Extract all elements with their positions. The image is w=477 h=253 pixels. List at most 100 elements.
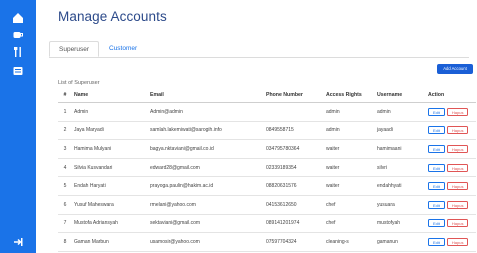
coffee-icon[interactable] (11, 28, 25, 42)
column-header-username: Username (375, 88, 426, 103)
cell-access: chef (324, 214, 375, 234)
dashboard-icon[interactable] (11, 11, 25, 25)
add-account-button[interactable]: Add Account (437, 64, 473, 74)
cell-email: sektaviani@gmail.com (148, 214, 264, 234)
column-header-no: # (58, 88, 72, 103)
tab-customer[interactable]: Customer (103, 41, 143, 57)
cell-action: Edit Hapus (426, 139, 476, 159)
cell-name: Jaya Maryadi (72, 121, 148, 141)
delete-button[interactable]: Hapus (446, 126, 469, 135)
cell-no: 2 (58, 121, 72, 141)
cell-username: yusuara (375, 195, 426, 215)
cell-access: cleaning-s (324, 232, 375, 252)
delete-button[interactable]: Hapus (446, 182, 469, 191)
cell-name: Gaman Marbun (72, 232, 148, 252)
table-row: 3 Hamima Mulyani bagya.nktaviani@gmail.c… (58, 139, 476, 159)
superuser-table: # Name Email Phone Number Access Rights … (58, 88, 476, 252)
delete-button[interactable]: Hapus (446, 144, 469, 153)
cell-name: Hamima Mulyani (72, 139, 148, 159)
table-row: 5 Endah Haryati prayoga.paulin@hakim.ac.… (58, 176, 476, 196)
cell-username: hamimaani (375, 139, 426, 159)
cell-phone: 02339189354 (264, 158, 324, 178)
edit-button[interactable]: Edit (428, 237, 445, 246)
column-header-email: Email (148, 88, 264, 103)
delete-button[interactable]: Hapus (446, 107, 469, 116)
cell-name: Yusuf Maheswara (72, 195, 148, 215)
cell-no: 8 (58, 232, 72, 252)
table-row: 2 Jaya Maryadi samlah.lakemiwati@sarogih… (58, 121, 476, 141)
table-row: 6 Yusuf Maheswara rmelani@yahoo.com 0415… (58, 195, 476, 215)
cell-no: 3 (58, 139, 72, 159)
page-title: Manage Accounts (58, 9, 167, 24)
cell-username: endahhyati (375, 176, 426, 196)
cell-email: samlah.lakemiwati@sarogih.info (148, 121, 264, 141)
cell-phone: 07597704324 (264, 232, 324, 252)
cell-action: Edit Hapus (426, 232, 476, 252)
table-row: 7 Mustofa Adriansyah sektaviani@gmail.co… (58, 214, 476, 234)
edit-button[interactable]: Edit (428, 182, 445, 191)
tab-superuser[interactable]: Superuser (49, 41, 99, 57)
cell-username: silvri (375, 158, 426, 178)
cell-name: Mustofa Adriansyah (72, 214, 148, 234)
cell-username: jayaadi (375, 121, 426, 141)
column-header-action: Action (426, 88, 476, 103)
column-header-phone: Phone Number (264, 88, 324, 103)
cell-action: Edit Hapus (426, 102, 476, 122)
cell-action: Edit Hapus (426, 176, 476, 196)
cell-name: Silvia Kusvandari (72, 158, 148, 178)
cell-phone: 08820631576 (264, 176, 324, 196)
logout-icon[interactable] (11, 235, 25, 249)
cell-username: mustofyah (375, 214, 426, 234)
cell-access: waiter (324, 139, 375, 159)
cell-phone: 0849558715 (264, 121, 324, 141)
cell-email: prayoga.paulin@hakim.ac.id (148, 176, 264, 196)
cell-phone: 034795780364 (264, 139, 324, 159)
column-header-access: Access Rights (324, 88, 375, 103)
cell-phone: 089141201974 (264, 214, 324, 234)
cell-no: 5 (58, 176, 72, 196)
cell-name: Admin (72, 102, 148, 122)
cell-no: 6 (58, 195, 72, 215)
edit-button[interactable]: Edit (428, 107, 445, 116)
delete-button[interactable]: Hapus (446, 200, 469, 209)
cell-phone: 04153612650 (264, 195, 324, 215)
delete-button[interactable]: Hapus (446, 237, 469, 246)
cell-access: waiter (324, 176, 375, 196)
cell-phone (264, 102, 324, 122)
cell-access: admin (324, 102, 375, 122)
cell-no: 1 (58, 102, 72, 122)
cell-name: Endah Haryati (72, 176, 148, 196)
cell-username: admin (375, 102, 426, 122)
cell-action: Edit Hapus (426, 121, 476, 141)
cell-email: edward28@gmail.com (148, 158, 264, 178)
cell-access: chef (324, 195, 375, 215)
delete-button[interactable]: Hapus (446, 163, 469, 172)
list-label: List of Superuser (58, 80, 100, 86)
cell-username: gamanun (375, 232, 426, 252)
edit-button[interactable]: Edit (428, 219, 445, 228)
cell-access: admin (324, 121, 375, 141)
cell-no: 7 (58, 214, 72, 234)
cell-email: Admin@admin (148, 102, 264, 122)
table-header-row: # Name Email Phone Number Access Rights … (58, 88, 476, 103)
list-icon[interactable] (11, 64, 25, 78)
edit-button[interactable]: Edit (428, 163, 445, 172)
cell-email: rmelani@yahoo.com (148, 195, 264, 215)
cell-no: 4 (58, 158, 72, 178)
edit-button[interactable]: Edit (428, 144, 445, 153)
table-row: 1 Admin Admin@admin admin admin Edit Hapu… (58, 102, 476, 122)
table-row: 4 Silvia Kusvandari edward28@gmail.com 0… (58, 158, 476, 178)
delete-button[interactable]: Hapus (446, 219, 469, 228)
edit-button[interactable]: Edit (428, 200, 445, 209)
column-header-name: Name (72, 88, 148, 103)
edit-button[interactable]: Edit (428, 126, 445, 135)
account-tabs: Superuser Customer (49, 41, 469, 58)
cell-access: waiter (324, 158, 375, 178)
sidebar (0, 0, 36, 253)
restaurant-icon[interactable] (11, 45, 25, 59)
cell-action: Edit Hapus (426, 195, 476, 215)
cell-action: Edit Hapus (426, 214, 476, 234)
main-content: Manage Accounts Superuser Customer Add A… (36, 0, 477, 253)
cell-email: bagya.nktaviani@gmail.co.id (148, 139, 264, 159)
table-row: 8 Gaman Marbun usamosir@yahoo.com 075977… (58, 232, 476, 252)
